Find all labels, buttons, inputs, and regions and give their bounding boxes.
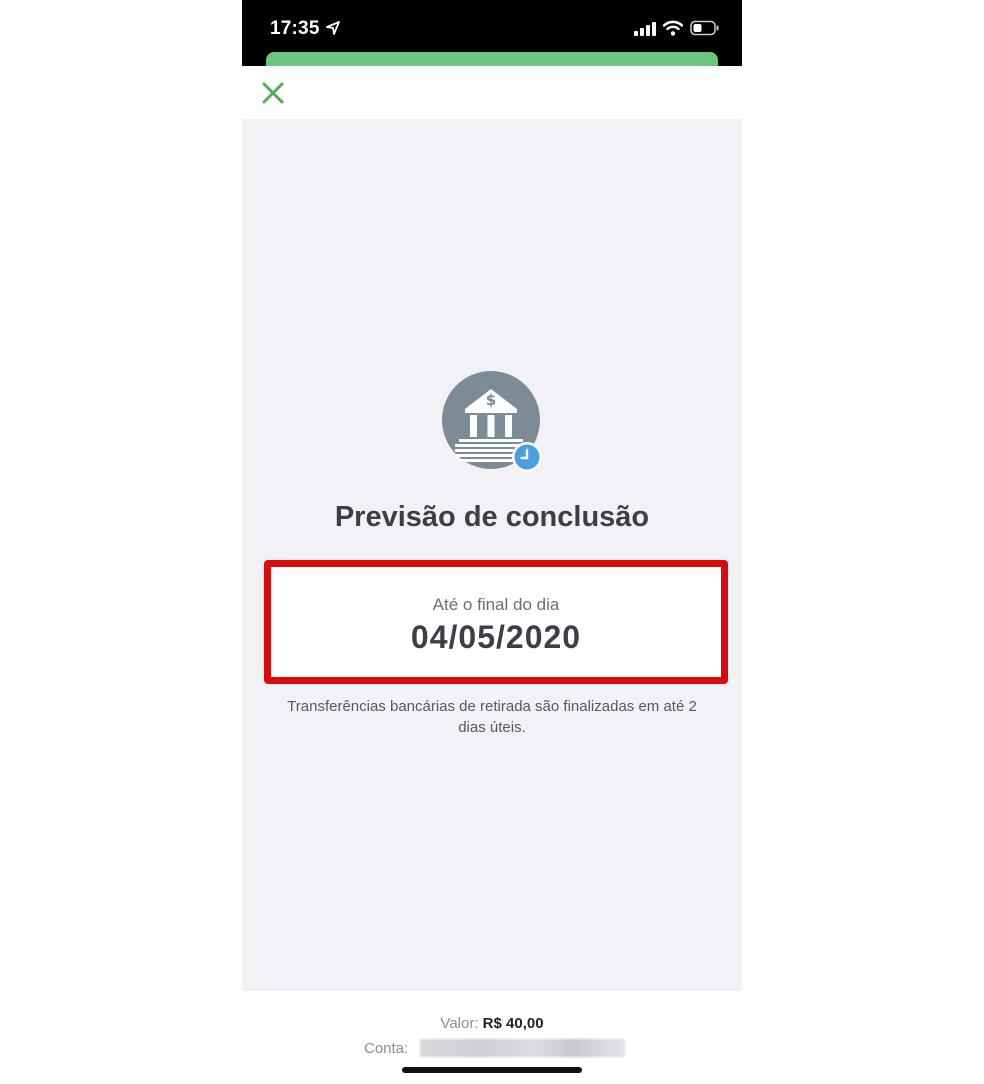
cellular-signal-icon xyxy=(634,22,656,36)
account-label: Conta: xyxy=(364,1040,409,1057)
modal-header xyxy=(242,66,742,119)
info-text: Transferências bancárias de retirada são… xyxy=(287,698,697,736)
status-time: 17:35 xyxy=(270,18,320,39)
phone-screen: 17:35 $ Previsão de conclusão Até o fina… xyxy=(242,0,742,1084)
value-amount: R$ 40,00 xyxy=(482,1015,544,1032)
account-number-redacted xyxy=(420,1039,625,1057)
completion-date-box: Até o final do dia 04/05/2020 xyxy=(264,560,728,684)
wifi-icon xyxy=(663,20,683,36)
content-area: $ Previsão de conclusão Até o final do d… xyxy=(242,119,742,991)
home-indicator[interactable] xyxy=(402,1067,582,1073)
value-label: Valor: xyxy=(440,1015,479,1032)
footer-value: Valor: R$ 40,00 xyxy=(242,1015,742,1032)
completion-date: 04/05/2020 xyxy=(410,619,582,655)
svg-text:$: $ xyxy=(486,391,496,409)
battery-icon xyxy=(690,20,719,36)
close-icon[interactable] xyxy=(260,80,286,106)
date-caption: Até o final do dia xyxy=(432,595,560,614)
location-arrow-icon xyxy=(326,21,340,35)
page-title: Previsão de conclusão xyxy=(334,501,650,533)
bank-clock-icon: $ xyxy=(442,371,542,472)
